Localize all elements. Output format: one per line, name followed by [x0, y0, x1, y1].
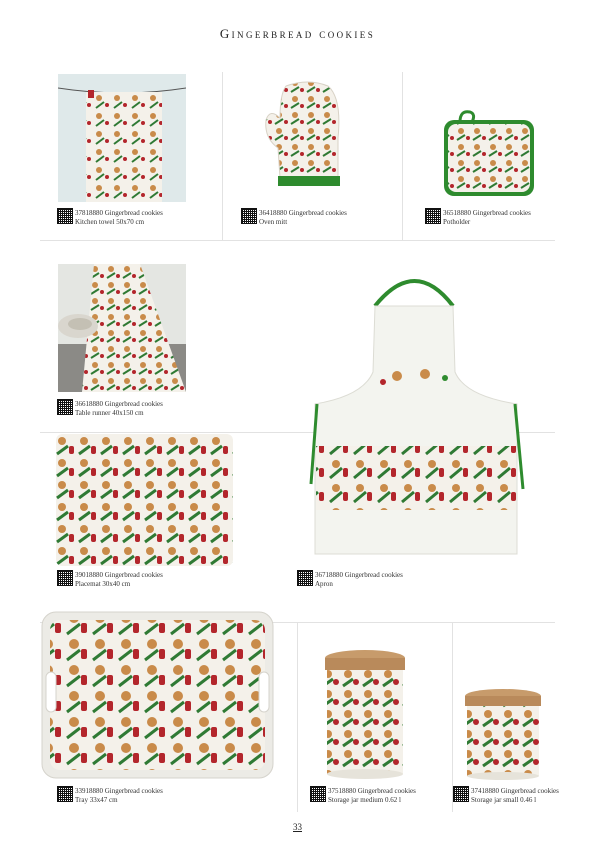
- divider: [452, 622, 453, 812]
- table-runner-image: [58, 264, 186, 392]
- qr-code-icon: [453, 786, 469, 802]
- qr-code-icon: [57, 786, 73, 802]
- caption-oven-mitt: 36418880 Gingerbread cookies Oven mitt: [241, 208, 347, 227]
- caption-apron: 36718880 Gingerbread cookies Apron: [297, 570, 403, 589]
- divider: [297, 622, 298, 812]
- caption-storage-jar-small: 37418880 Gingerbread cookies Storage jar …: [453, 786, 559, 805]
- qr-code-icon: [241, 208, 257, 224]
- caption-storage-jar-medium: 37518880 Gingerbread cookies Storage jar …: [310, 786, 416, 805]
- potholder-image: [440, 110, 538, 198]
- kitchen-towel-image: [58, 74, 186, 202]
- caption-placemat: 39018880 Gingerbread cookies Placemat 30x…: [57, 570, 163, 589]
- caption-tray: 33918880 Gingerbread cookies Tray 33x47 c…: [57, 786, 163, 805]
- qr-code-icon: [57, 570, 73, 586]
- storage-jar-small-image: [462, 688, 544, 780]
- caption-potholder: 36518880 Gingerbread cookies Potholder: [425, 208, 531, 227]
- oven-mitt-image: [258, 78, 348, 198]
- divider: [40, 240, 555, 241]
- qr-code-icon: [57, 399, 73, 415]
- divider: [402, 72, 403, 240]
- tray-image: [40, 610, 275, 780]
- divider: [222, 72, 223, 240]
- page-number: 33: [293, 822, 302, 832]
- storage-jar-medium-image: [322, 648, 408, 780]
- qr-code-icon: [425, 208, 441, 224]
- placemat-image: [56, 434, 233, 566]
- apron-image: [305, 264, 535, 564]
- qr-code-icon: [57, 208, 73, 224]
- page-title: Gingerbread cookies: [219, 26, 376, 41]
- caption-kitchen-towel: 37818880 Gingerbread cookies Kitchen towe…: [57, 208, 163, 227]
- qr-code-icon: [310, 786, 326, 802]
- qr-code-icon: [297, 570, 313, 586]
- caption-table-runner: 36618880 Gingerbread cookies Table runner…: [57, 399, 163, 418]
